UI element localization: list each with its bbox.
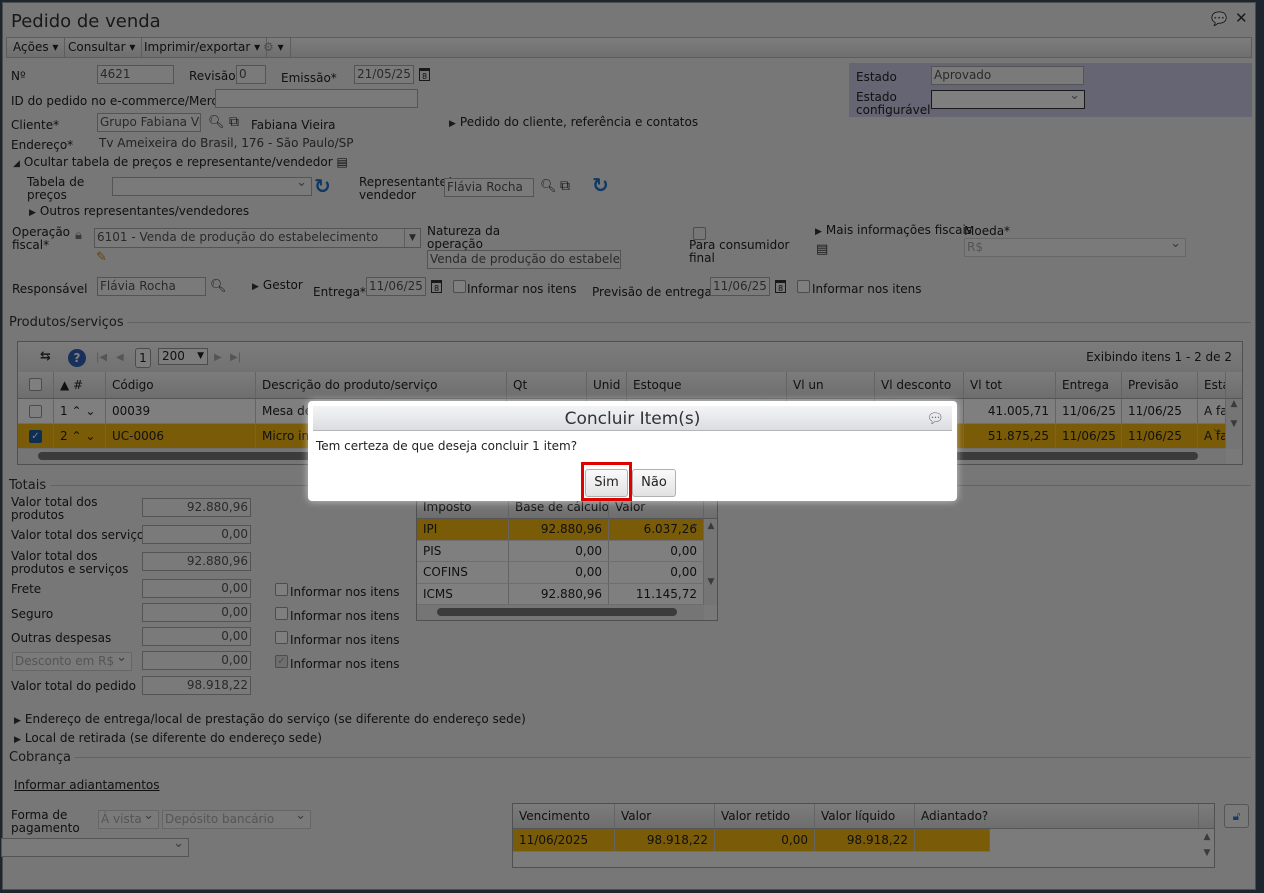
dialog-header: Concluir Item(s) 💬︎ [313,406,952,431]
yes-button[interactable]: Sim [585,469,628,497]
concluir-itens-dialog: Concluir Item(s) 💬︎ Tem certeza de que d… [308,401,957,501]
dialog-title: Concluir Item(s) [564,409,701,429]
dialog-message: Tem certeza de que deseja concluir 1 ite… [316,439,578,453]
no-button[interactable]: Não [632,469,676,497]
chat-icon[interactable]: 💬︎ [926,406,944,432]
